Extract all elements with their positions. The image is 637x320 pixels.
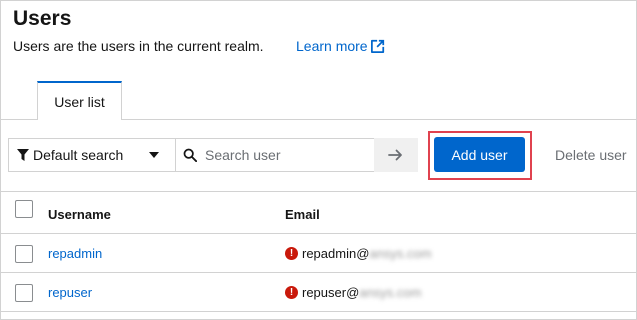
email-domain: ansys.com xyxy=(369,246,432,261)
username-link[interactable]: repuser xyxy=(48,285,92,300)
tab-user-list[interactable]: User list xyxy=(37,81,122,120)
search-type-label: Default search xyxy=(33,147,124,163)
delete-user-label: Delete user xyxy=(555,146,627,163)
exclamation-circle-icon: ! xyxy=(285,286,298,299)
learn-more-label: Learn more xyxy=(296,38,368,54)
row-divider xyxy=(0,311,637,312)
external-link-icon xyxy=(370,39,384,53)
select-all-checkbox[interactable] xyxy=(15,200,33,218)
table-header-divider xyxy=(0,233,637,234)
row-checkbox[interactable] xyxy=(15,284,33,302)
add-user-button[interactable]: Add user xyxy=(434,137,525,172)
delete-user-button[interactable]: Delete user xyxy=(546,137,637,172)
search-icon xyxy=(183,148,197,162)
email-domain: ansys.com xyxy=(359,285,422,300)
search-input[interactable] xyxy=(205,147,365,163)
caret-down-icon xyxy=(149,152,159,158)
search-type-dropdown[interactable]: Default search xyxy=(8,138,176,172)
table-top-divider xyxy=(0,191,637,192)
filter-icon xyxy=(17,149,29,161)
row-checkbox[interactable] xyxy=(15,245,33,263)
tab-user-list-label: User list xyxy=(54,93,105,110)
learn-more-link[interactable]: Learn more xyxy=(296,38,385,54)
email-user: repuser@ xyxy=(302,285,360,300)
email-cell: ! repadmin@ ansys.com xyxy=(285,246,432,261)
column-header-username[interactable]: Username xyxy=(48,207,111,222)
page-title: Users xyxy=(13,7,72,30)
search-submit-button[interactable] xyxy=(374,138,418,172)
tabs-bar: User list xyxy=(0,81,637,120)
row-divider xyxy=(0,272,637,273)
email-user: repadmin@ xyxy=(302,246,370,261)
column-header-email[interactable]: Email xyxy=(285,207,320,222)
arrow-right-icon xyxy=(388,149,402,161)
email-cell: ! repuser@ ansys.com xyxy=(285,285,421,300)
username-link[interactable]: repadmin xyxy=(48,246,102,261)
add-user-label: Add user xyxy=(451,146,508,163)
page-subtitle: Users are the users in the current realm… xyxy=(13,38,264,54)
search-box xyxy=(175,138,375,172)
exclamation-circle-icon: ! xyxy=(285,247,298,260)
